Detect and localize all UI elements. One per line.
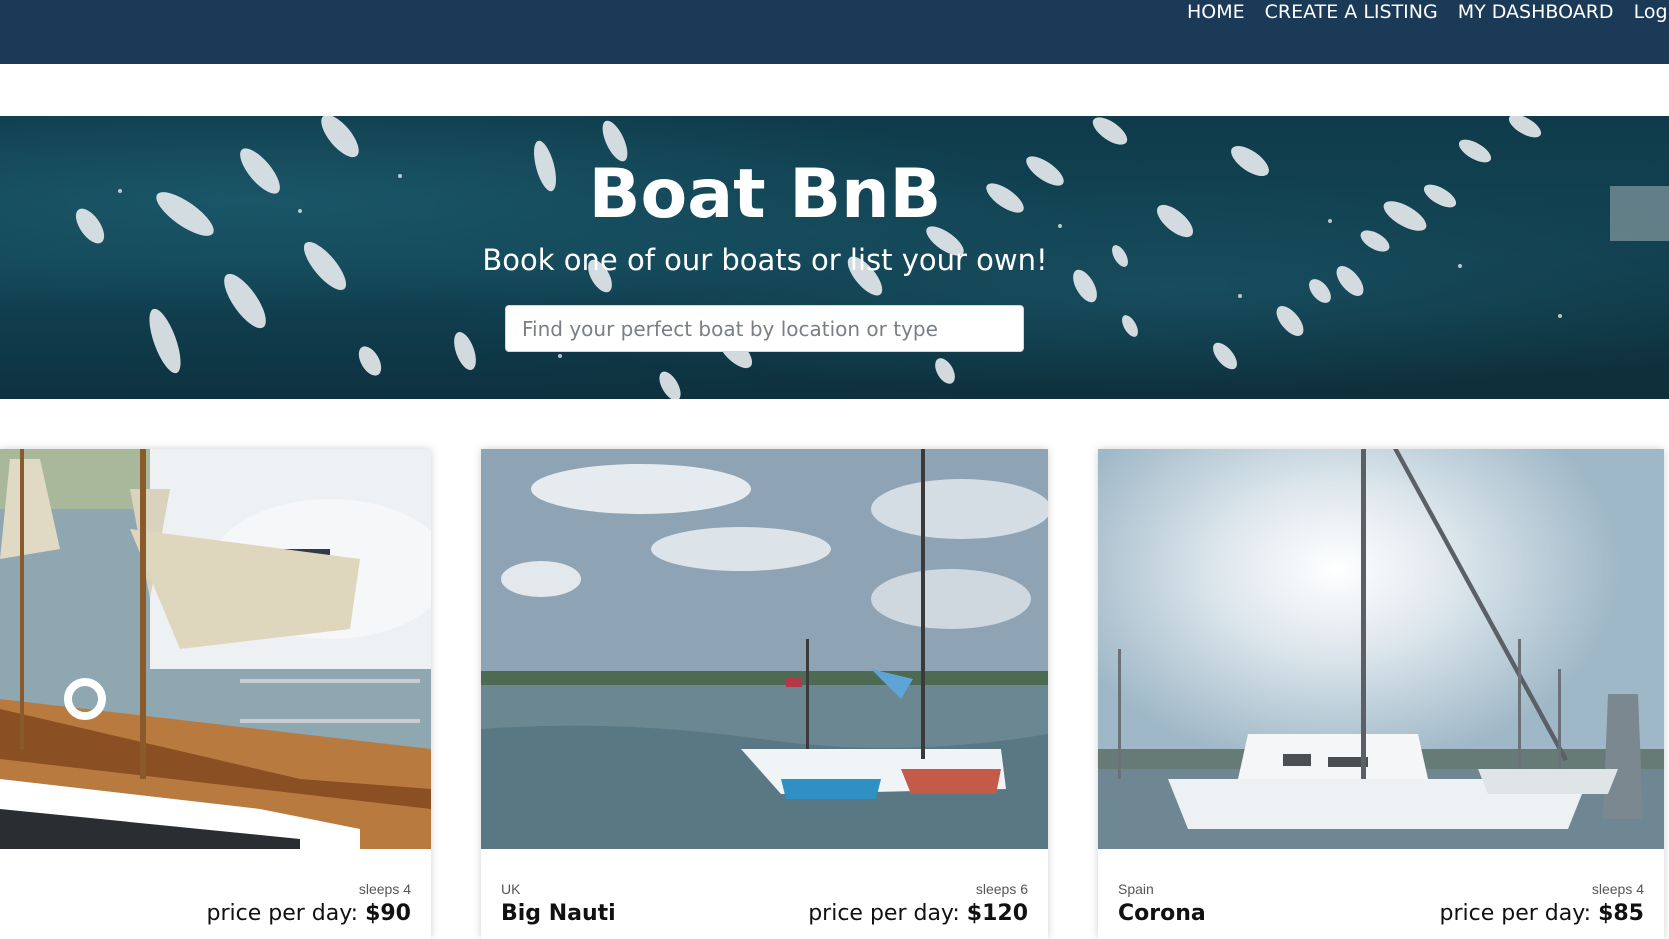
listing-card[interactable]: sleeps 4 price per day: $90: [0, 449, 431, 939]
listing-sleeps: sleeps 4: [1591, 881, 1644, 897]
nav-create-listing-link[interactable]: CREATE A LISTING: [1265, 1, 1438, 23]
listing-name: Corona: [1118, 901, 1206, 926]
listing-price: price per day: $85: [1440, 901, 1645, 926]
nav-links: HOME CREATE A LISTING MY DASHBOARD Log o…: [1187, 0, 1669, 24]
nav-my-dashboard-link[interactable]: MY DASHBOARD: [1458, 1, 1614, 23]
nav-home-link[interactable]: HOME: [1187, 1, 1245, 23]
listing-image: [1098, 449, 1664, 849]
price-label: price per day:: [808, 901, 967, 926]
search-input[interactable]: [505, 305, 1024, 352]
price-amount: $90: [365, 901, 411, 926]
listing-name: Big Nauti: [501, 901, 616, 926]
nav-logout-link[interactable]: Log ou: [1634, 1, 1669, 23]
listing-location: UK: [501, 881, 521, 897]
listing-card[interactable]: UK sleeps 6 Big Nauti price per day: $12…: [481, 449, 1048, 939]
price-amount: $85: [1598, 901, 1644, 926]
navbar: HOME CREATE A LISTING MY DASHBOARD Log o…: [0, 0, 1669, 64]
listing-price: price per day: $120: [808, 901, 1028, 926]
price-label: price per day:: [1439, 901, 1599, 926]
listing-sleeps: sleeps 4: [358, 881, 411, 897]
price-label: price per day:: [206, 901, 366, 926]
listing-sleeps: sleeps 6: [975, 881, 1028, 897]
hero-banner: Boat BnB Book one of our boats or list y…: [0, 116, 1669, 399]
listing-card[interactable]: Spain sleeps 4 Corona price per day: $85: [1098, 449, 1664, 939]
listing-location: Spain: [1118, 881, 1154, 897]
listing-image: [481, 449, 1048, 849]
listing-image: [0, 449, 431, 849]
price-amount: $120: [966, 901, 1028, 926]
hero-subtitle: Book one of our boats or list your own!: [482, 243, 1048, 277]
listing-price: price per day: $90: [207, 901, 412, 926]
page-title: Boat BnB: [588, 155, 942, 234]
